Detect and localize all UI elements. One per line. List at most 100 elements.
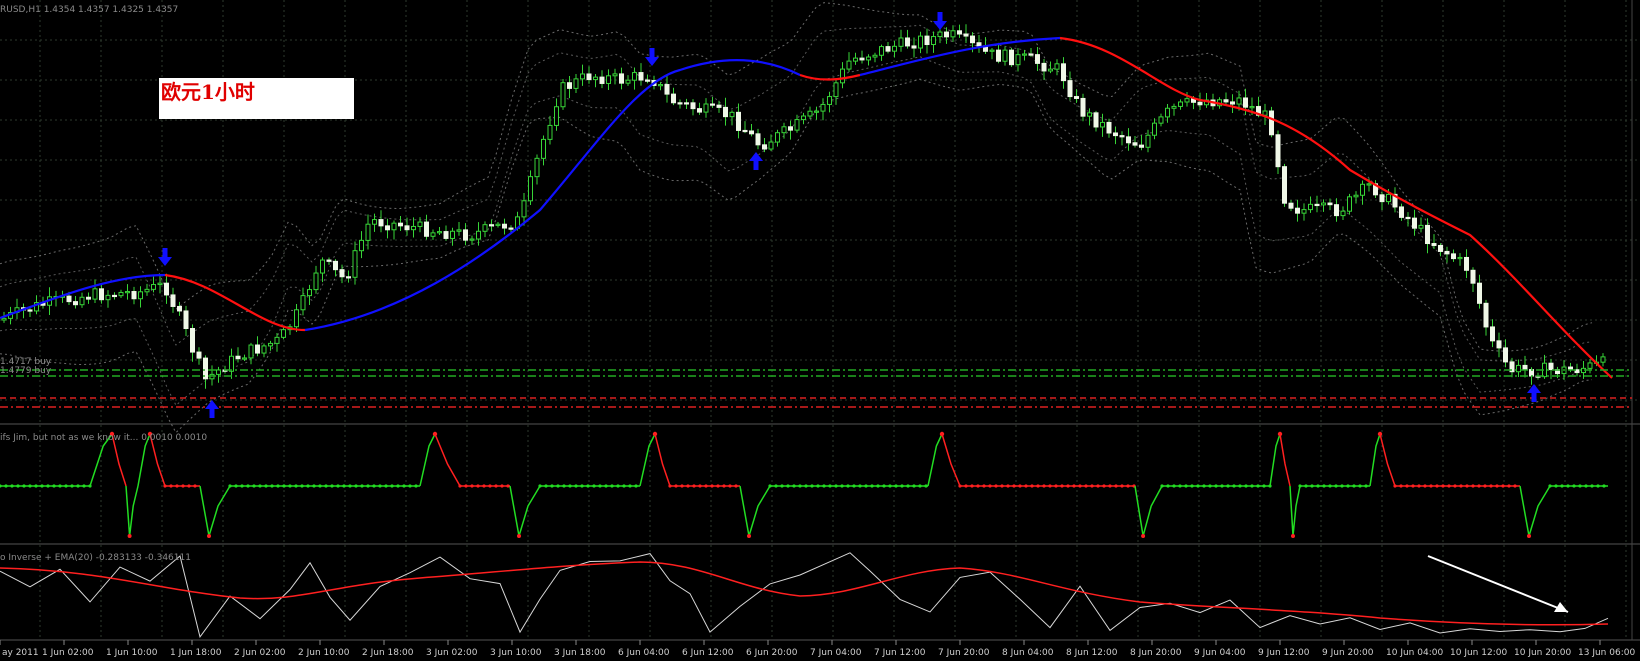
oscillator-dot <box>786 484 790 488</box>
oscillator-dot <box>1602 484 1606 488</box>
candle-body <box>1132 142 1138 146</box>
candle-body <box>950 30 956 38</box>
candle-body <box>144 288 150 293</box>
candle-body <box>547 124 553 140</box>
candle-body <box>827 96 832 105</box>
oscillator-dot <box>722 484 726 488</box>
oscillator-dot <box>610 484 614 488</box>
oscillator-dot <box>1126 484 1130 488</box>
oscillator-dot <box>906 484 910 488</box>
candle-body <box>196 351 202 359</box>
oscillator-dot <box>402 484 406 488</box>
oscillator-dot <box>1012 484 1016 488</box>
oscillator-dot <box>568 484 572 488</box>
candle-body <box>729 111 735 118</box>
oscillator-dot <box>1334 484 1338 488</box>
oscillator-dot <box>816 484 820 488</box>
oscillator-rise <box>639 433 656 487</box>
oscillator-dot <box>1352 484 1356 488</box>
time-axis-label: 2 Jun 18:00 <box>362 648 414 658</box>
time-axis-label: 2 Jun 02:00 <box>234 648 286 658</box>
candle-body <box>885 46 891 52</box>
oscillator-dot <box>476 484 480 488</box>
oscillator-dot <box>1114 484 1118 488</box>
candle-body <box>1184 98 1190 103</box>
candle-body <box>1067 80 1073 98</box>
oscillator-dot <box>840 484 844 488</box>
oscillator-dot <box>234 484 238 488</box>
oscillator-dot <box>1054 484 1058 488</box>
oscillator-dot <box>372 484 376 488</box>
oscillator-dot <box>1202 484 1206 488</box>
oscillator-dot <box>852 484 856 488</box>
candle-body <box>1080 97 1086 117</box>
candle-body <box>768 141 774 150</box>
candle-body <box>775 132 780 143</box>
candle-body <box>937 31 943 38</box>
oscillator-dot <box>834 484 838 488</box>
oscillator-dot <box>1178 484 1182 488</box>
oscillator-dot <box>994 484 998 488</box>
oscillator-dot <box>1554 484 1558 488</box>
candle-body <box>664 84 670 95</box>
oscillator-dot <box>988 484 992 488</box>
candle-body <box>1379 194 1385 203</box>
candle-body <box>1347 196 1352 212</box>
candle-body <box>1308 203 1313 211</box>
oscillator-dot <box>728 484 732 488</box>
candle-body <box>1327 202 1333 206</box>
candle-body <box>989 49 995 52</box>
candle-body <box>593 76 598 81</box>
oscillator-dot <box>544 484 548 488</box>
candle-body <box>1152 122 1157 136</box>
oscillator-dot <box>312 484 316 488</box>
oscillator-dot <box>900 484 904 488</box>
time-axis-label: 2 Jun 10:00 <box>298 648 350 658</box>
candle-body <box>1126 136 1131 144</box>
oscillator-dot <box>318 484 322 488</box>
candle-body <box>762 144 767 150</box>
oscillator-trough <box>199 485 231 537</box>
candle-body <box>1197 101 1203 106</box>
time-axis-label: 1 Jun 18:00 <box>170 648 222 658</box>
oscillator-dot <box>175 484 179 488</box>
candle-body <box>1119 135 1125 138</box>
oscillator-dot <box>1584 484 1588 488</box>
oscillator-dot <box>982 484 986 488</box>
candle-body <box>1438 244 1443 252</box>
oscillator-dot <box>1084 484 1088 488</box>
oscillator-dot <box>1453 484 1457 488</box>
candle-body <box>1093 112 1099 128</box>
oscillator-dot <box>360 484 364 488</box>
ma-segment <box>799 73 861 81</box>
candle-body <box>872 54 878 58</box>
candle-body <box>313 272 319 291</box>
upper-band-inner <box>0 24 1593 362</box>
candle-body <box>430 232 436 237</box>
candle-body <box>1028 53 1034 56</box>
candle-body <box>814 110 819 113</box>
time-axis-label: 8 Jun 20:00 <box>1130 648 1182 658</box>
oscillator-dot <box>187 484 191 488</box>
candle-body <box>320 259 325 274</box>
candle-body <box>1366 183 1372 186</box>
candle-body <box>1405 216 1411 220</box>
candle-body <box>807 110 813 117</box>
oscillator-dot <box>1405 484 1409 488</box>
candle-body <box>677 102 683 105</box>
candle-body <box>580 73 585 80</box>
oscillator-dot <box>240 484 244 488</box>
candle-body <box>612 73 618 77</box>
candle-body <box>495 223 501 226</box>
oscillator-dot <box>1429 484 1433 488</box>
candle-body <box>463 229 468 241</box>
candle-body <box>846 60 852 70</box>
lower-band-outer <box>0 78 1593 434</box>
candle-body <box>1314 203 1320 207</box>
candle-body <box>976 42 982 47</box>
oscillator-dot <box>668 484 672 488</box>
candle-body <box>970 35 975 44</box>
candle-body <box>183 310 189 330</box>
oscillator-dot <box>58 484 62 488</box>
candle-body <box>905 37 910 47</box>
